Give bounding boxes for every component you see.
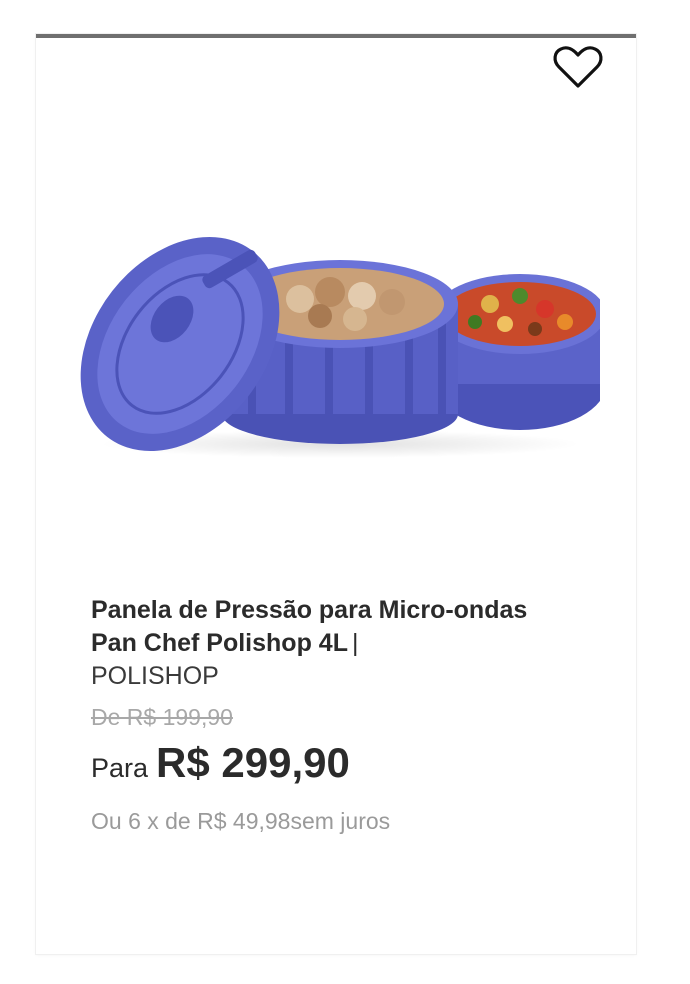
product-card[interactable]: Panela de Pressão para Micro-ondas Pan C… [36,34,636,954]
product-brand: POLISHOP [91,662,219,690]
product-title: Panela de Pressão para Micro-ondas Pan C… [91,596,528,657]
price-prefix: Para [91,753,149,783]
name-separator: | [351,629,359,657]
product-name[interactable]: Panela de Pressão para Micro-ondas Pan C… [91,594,531,693]
installments-text: Ou 6 x de R$ 49,98sem juros [91,808,391,834]
wishlist-button[interactable] [550,44,606,92]
card-top-bar [36,34,636,38]
heart-icon [553,46,603,88]
product-photo [80,236,606,458]
product-image[interactable] [80,174,606,464]
old-price: De R$ 199,90 [91,704,233,730]
price-value: R$ 299,90 [156,739,350,786]
current-price: Para R$ 299,90 [91,739,350,787]
